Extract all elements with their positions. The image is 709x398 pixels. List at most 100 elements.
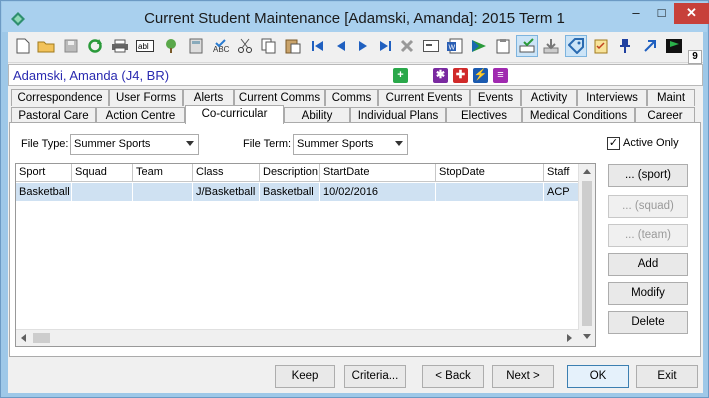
exit-button[interactable]: Exit (636, 365, 698, 388)
client-area: abl ABC W 9 Adamski, Amanda (J4, BR) + ✱… (8, 32, 703, 393)
back-button[interactable]: < Back (422, 365, 484, 388)
chevron-down-icon (186, 141, 194, 146)
cell-startdate: 10/02/2016 (320, 183, 436, 201)
cell-sport: Basketball (16, 183, 72, 201)
column-header-stopdate[interactable]: StopDate (436, 164, 544, 182)
tab-co-curricular[interactable]: Co-curricular (185, 105, 284, 124)
title-bar[interactable]: Current Student Maintenance [Adamski, Am… (2, 2, 709, 32)
save-icon[interactable] (60, 35, 82, 57)
new-icon[interactable] (12, 35, 34, 57)
tab-alerts[interactable]: Alerts (183, 89, 234, 106)
cell-description: Basketball (260, 183, 320, 201)
cut-icon[interactable] (234, 35, 256, 57)
column-header-startdate[interactable]: StartDate (320, 164, 436, 182)
column-header-team[interactable]: Team (133, 164, 193, 182)
svg-text:ABC: ABC (213, 45, 230, 54)
bottom-button-bar: Keep Criteria... < Back Next > OK Exit (8, 359, 703, 393)
clipboard-icon[interactable] (492, 35, 514, 57)
word-doc-icon[interactable]: W (444, 35, 466, 57)
last-record-icon[interactable] (374, 35, 396, 57)
tab-events[interactable]: Events (470, 89, 521, 106)
scroll-up-icon[interactable] (583, 169, 591, 175)
tab-interviews[interactable]: Interviews (577, 89, 647, 106)
lightning-icon[interactable]: ⚡ (473, 68, 488, 83)
delete-button[interactable]: Delete (608, 311, 688, 334)
cell-class: J/Basketball (193, 183, 260, 201)
scroll-right-icon[interactable] (567, 334, 573, 342)
puzzle-icon[interactable]: ✱ (433, 68, 448, 83)
send-icon[interactable] (468, 35, 490, 57)
file-type-select[interactable]: Summer Sports (70, 134, 199, 155)
copy-icon[interactable] (258, 35, 280, 57)
pin-icon[interactable] (614, 35, 636, 57)
maximize-button[interactable]: □ (649, 3, 674, 24)
modify-button[interactable]: Modify (608, 282, 688, 305)
cell-stopdate (436, 183, 544, 201)
calculator-icon[interactable] (185, 35, 207, 57)
first-record-icon[interactable] (307, 35, 329, 57)
minimize-button[interactable]: – (623, 3, 649, 24)
paste-icon[interactable] (282, 35, 304, 57)
chevron-down-icon (395, 141, 403, 146)
tab-user-forms[interactable]: User Forms (109, 89, 183, 106)
previous-record-icon[interactable] (330, 35, 352, 57)
close-button[interactable]: ✕ (674, 3, 709, 24)
active-only-checkbox[interactable]: ✓ (607, 137, 620, 150)
tab-current-events[interactable]: Current Events (378, 89, 470, 106)
file-term-label: File Term: (243, 138, 292, 150)
print-icon[interactable] (109, 35, 131, 57)
student-bar: Adamski, Amanda (J4, BR) + ✱ ✚ ⚡ ≡ (8, 64, 703, 86)
column-header-sport[interactable]: Sport (16, 164, 72, 182)
vertical-scrollbar[interactable] (578, 164, 595, 346)
application-window: Current Student Maintenance [Adamski, Am… (0, 0, 709, 398)
select-squad-button[interactable]: ... (squad) (608, 195, 688, 218)
arrow-up-right-icon[interactable] (639, 35, 661, 57)
column-header-class[interactable]: Class (193, 164, 260, 182)
tools-icon[interactable]: ✚ (453, 68, 468, 83)
column-header-staff[interactable]: Staff (544, 164, 580, 182)
next-button[interactable]: Next > (492, 365, 554, 388)
add-button[interactable]: Add (608, 253, 688, 276)
column-header-squad[interactable]: Squad (72, 164, 133, 182)
tag-icon[interactable] (565, 35, 587, 57)
keep-button[interactable]: Keep (275, 365, 335, 388)
file-term-select[interactable]: Summer Sports (293, 134, 408, 155)
student-name[interactable]: Adamski, Amanda (J4, BR) (13, 68, 169, 83)
tab-activity[interactable]: Activity (521, 89, 577, 106)
card-icon[interactable] (420, 35, 442, 57)
toolbar: abl ABC W 9 (8, 32, 703, 64)
select-sport-button[interactable]: ... (sport) (608, 164, 688, 187)
tabs-row-1: Correspondence User Forms Alerts Current… (8, 89, 703, 106)
add-student-icon[interactable]: + (393, 68, 408, 83)
horizontal-scroll-thumb[interactable] (33, 333, 50, 343)
delete-icon[interactable] (396, 35, 418, 57)
vertical-scroll-thumb[interactable] (582, 181, 592, 326)
file-term-value: Summer Sports (297, 138, 374, 150)
ok-button[interactable]: OK (567, 365, 629, 388)
spell-check-icon[interactable]: ABC (210, 35, 232, 57)
refresh-icon[interactable] (84, 35, 106, 57)
column-header-description[interactable]: Description (260, 164, 320, 182)
checklist-icon[interactable] (590, 35, 612, 57)
scroll-left-icon[interactable] (21, 334, 27, 342)
next-record-icon[interactable] (352, 35, 374, 57)
text-label-icon[interactable]: abl (134, 35, 156, 57)
tree-icon[interactable] (160, 35, 182, 57)
inbox-icon[interactable] (516, 35, 538, 57)
notes-icon[interactable]: ≡ (493, 68, 508, 83)
co-curricular-grid[interactable]: Sport Squad Team Class Description Start… (15, 163, 596, 347)
select-team-button[interactable]: ... (team) (608, 224, 688, 247)
download-icon[interactable] (540, 35, 562, 57)
tab-comms[interactable]: Comms (325, 89, 378, 106)
tab-maint[interactable]: Maint (647, 89, 695, 106)
criteria-button[interactable]: Criteria... (344, 365, 406, 388)
horizontal-scrollbar[interactable] (16, 329, 579, 346)
flag-icon[interactable] (663, 35, 685, 57)
cell-team (133, 183, 193, 201)
scroll-down-icon[interactable] (583, 334, 591, 340)
tab-current-comms[interactable]: Current Comms (234, 89, 325, 106)
tab-correspondence[interactable]: Correspondence (11, 89, 109, 106)
cell-staff: ACP (544, 183, 580, 201)
file-type-label: File Type: (21, 138, 69, 150)
open-folder-icon[interactable] (35, 35, 57, 57)
